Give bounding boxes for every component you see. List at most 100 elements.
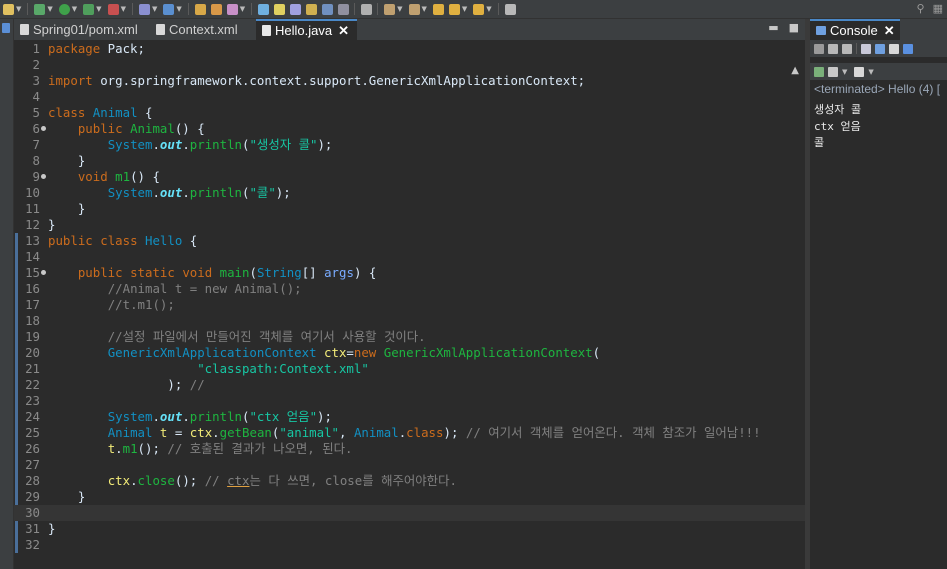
- console-tab-bar: Console ✕: [810, 19, 947, 40]
- dropdown-arrow-icon[interactable]: ▼: [422, 5, 427, 13]
- scroll-lock-icon[interactable]: [875, 43, 885, 54]
- code-line[interactable]: 8 }: [14, 153, 805, 169]
- tab-hello-java[interactable]: Hello.java ✕: [256, 19, 357, 40]
- coverage-icon[interactable]: [107, 3, 119, 15]
- stop-icon[interactable]: [814, 43, 824, 54]
- dropdown-arrow-icon[interactable]: ▼: [152, 5, 157, 13]
- toolbar-window-icon[interactable]: [504, 3, 516, 15]
- display-selected-console-icon[interactable]: [814, 66, 824, 77]
- word-wrap-icon[interactable]: [889, 43, 899, 54]
- console-view: Console ✕ ▼ ▼ <terminated> Hello (4) [ 생…: [810, 19, 947, 569]
- fold-marker-icon[interactable]: [41, 270, 46, 275]
- tab-console[interactable]: Console ✕: [810, 19, 900, 40]
- open-task-icon[interactable]: [210, 3, 222, 15]
- perspective-icon[interactable]: ▦: [933, 2, 943, 15]
- run-icon[interactable]: [58, 3, 70, 15]
- close-icon[interactable]: ✕: [338, 23, 349, 39]
- dropdown-arrow-icon[interactable]: ▼: [397, 5, 402, 13]
- code-line[interactable]: 17 //t.m1();: [14, 297, 805, 313]
- fold-marker-icon[interactable]: [41, 126, 46, 131]
- code-line[interactable]: 25 Animal t = ctx.getBean("animal", Anim…: [14, 425, 805, 441]
- clear-console-icon[interactable]: [861, 43, 871, 54]
- remove-launch-icon[interactable]: [828, 43, 838, 54]
- next-annotation-icon[interactable]: [384, 3, 396, 15]
- open-type-icon[interactable]: [194, 3, 206, 15]
- toggle-breadcrumb-icon[interactable]: [274, 3, 286, 15]
- new-package-icon[interactable]: [163, 3, 175, 15]
- fold-marker-icon[interactable]: [41, 174, 46, 179]
- code-line[interactable]: 19 //설정 파일에서 만들어진 객체를 여기서 사용할 것이다.: [14, 329, 805, 345]
- pin-editor-icon[interactable]: [361, 3, 373, 15]
- search-icon[interactable]: [226, 3, 238, 15]
- close-icon[interactable]: ✕: [884, 23, 895, 39]
- pin-console-icon[interactable]: [903, 43, 913, 54]
- code-line[interactable]: 23: [14, 393, 805, 409]
- code-line[interactable]: 30: [14, 505, 805, 521]
- dropdown-arrow-icon[interactable]: ▼: [96, 5, 101, 13]
- dropdown-arrow-icon[interactable]: ▼: [842, 68, 847, 76]
- dropdown-arrow-icon[interactable]: ▼: [47, 5, 52, 13]
- code-line[interactable]: 28 ctx.close(); // ctx는 다 쓰면, close를 해주어…: [14, 473, 805, 489]
- external-tools-icon[interactable]: [83, 3, 95, 15]
- code-line[interactable]: 10 System.out.println("콜");: [14, 185, 805, 201]
- code-line[interactable]: 1 package Pack;: [14, 41, 805, 57]
- code-line[interactable]: 31}: [14, 521, 805, 537]
- code-line[interactable]: 20 GenericXmlApplicationContext ctx=new …: [14, 345, 805, 361]
- remove-all-icon[interactable]: [842, 43, 852, 54]
- code-line[interactable]: 13 public class Hello {: [14, 233, 805, 249]
- lightbulb-icon[interactable]: [3, 3, 14, 15]
- dropdown-arrow-icon[interactable]: ▼: [72, 5, 77, 13]
- dropdown-arrow-icon[interactable]: ▼: [486, 5, 491, 13]
- pilcrow-icon[interactable]: [338, 3, 350, 15]
- word-wrap-icon[interactable]: [322, 3, 334, 15]
- show-whitespace-icon[interactable]: [290, 3, 302, 15]
- code-line[interactable]: 22 ); //: [14, 377, 805, 393]
- code-line[interactable]: 5 class Animal {: [14, 105, 805, 121]
- code-line[interactable]: 14: [14, 249, 805, 265]
- code-line[interactable]: 15 public static void main(String[] args…: [14, 265, 805, 281]
- dropdown-arrow-icon[interactable]: ▼: [462, 5, 467, 13]
- restore-view-icon[interactable]: [2, 23, 10, 33]
- code-line[interactable]: 29 }: [14, 489, 805, 505]
- tab-context-xml[interactable]: Context.xml: [150, 19, 246, 40]
- code-line[interactable]: 12}: [14, 217, 805, 233]
- code-line[interactable]: 26 t.m1(); // 호출된 결과가 나오면, 된다.: [14, 441, 805, 457]
- line-number: 21: [25, 361, 40, 376]
- code-line[interactable]: 16 //Animal t = new Animal();: [14, 281, 805, 297]
- previous-annotation-icon[interactable]: [408, 3, 420, 15]
- back-arrow-icon[interactable]: [448, 3, 460, 15]
- dropdown-arrow-icon[interactable]: ▼: [868, 68, 873, 76]
- block-selection-icon[interactable]: [306, 3, 318, 15]
- new-java-project-icon[interactable]: [138, 3, 150, 15]
- code-line[interactable]: 32: [14, 537, 805, 553]
- search-icon[interactable]: ⚲: [917, 2, 925, 15]
- code-line[interactable]: 18: [14, 313, 805, 329]
- toggle-mark-occurrences-icon[interactable]: [258, 3, 270, 15]
- code-line[interactable]: 7 System.out.println("생성자 콜");: [14, 137, 805, 153]
- minimize-icon[interactable]: ▬: [768, 21, 778, 34]
- last-edit-location-icon[interactable]: [432, 3, 444, 15]
- code-line[interactable]: 4: [14, 89, 805, 105]
- dropdown-arrow-icon[interactable]: ▼: [240, 5, 245, 13]
- code-line[interactable]: 24 System.out.println("ctx 얻음");: [14, 409, 805, 425]
- code-line[interactable]: 27: [14, 457, 805, 473]
- editor-area: Spring01/pom.xml Context.xml Hello.java …: [14, 19, 805, 569]
- debug-icon[interactable]: [34, 3, 46, 15]
- code-line[interactable]: 6 public Animal() {: [14, 121, 805, 137]
- code-line[interactable]: 2: [14, 57, 805, 73]
- dropdown-arrow-icon[interactable]: ▼: [176, 5, 181, 13]
- maximize-icon[interactable]: ■: [789, 21, 799, 34]
- dropdown-arrow-icon[interactable]: ▼: [121, 5, 126, 13]
- code-line[interactable]: 11 }: [14, 201, 805, 217]
- code-line[interactable]: 9 void m1() {: [14, 169, 805, 185]
- open-console-icon[interactable]: [828, 66, 838, 77]
- forward-arrow-icon[interactable]: [473, 3, 485, 15]
- new-console-icon[interactable]: [854, 66, 865, 77]
- tab-pom-xml[interactable]: Spring01/pom.xml: [14, 19, 146, 40]
- code-line[interactable]: 21 "classpath:Context.xml": [14, 361, 805, 377]
- code-token: "생성자 콜": [249, 137, 318, 152]
- dropdown-arrow-icon[interactable]: ▼: [16, 5, 21, 13]
- code-line[interactable]: 3 import org.springframework.context.supp…: [14, 73, 805, 89]
- code-editor[interactable]: ▲ 1 package Pack; 2 3 import org.springframe…: [14, 41, 805, 569]
